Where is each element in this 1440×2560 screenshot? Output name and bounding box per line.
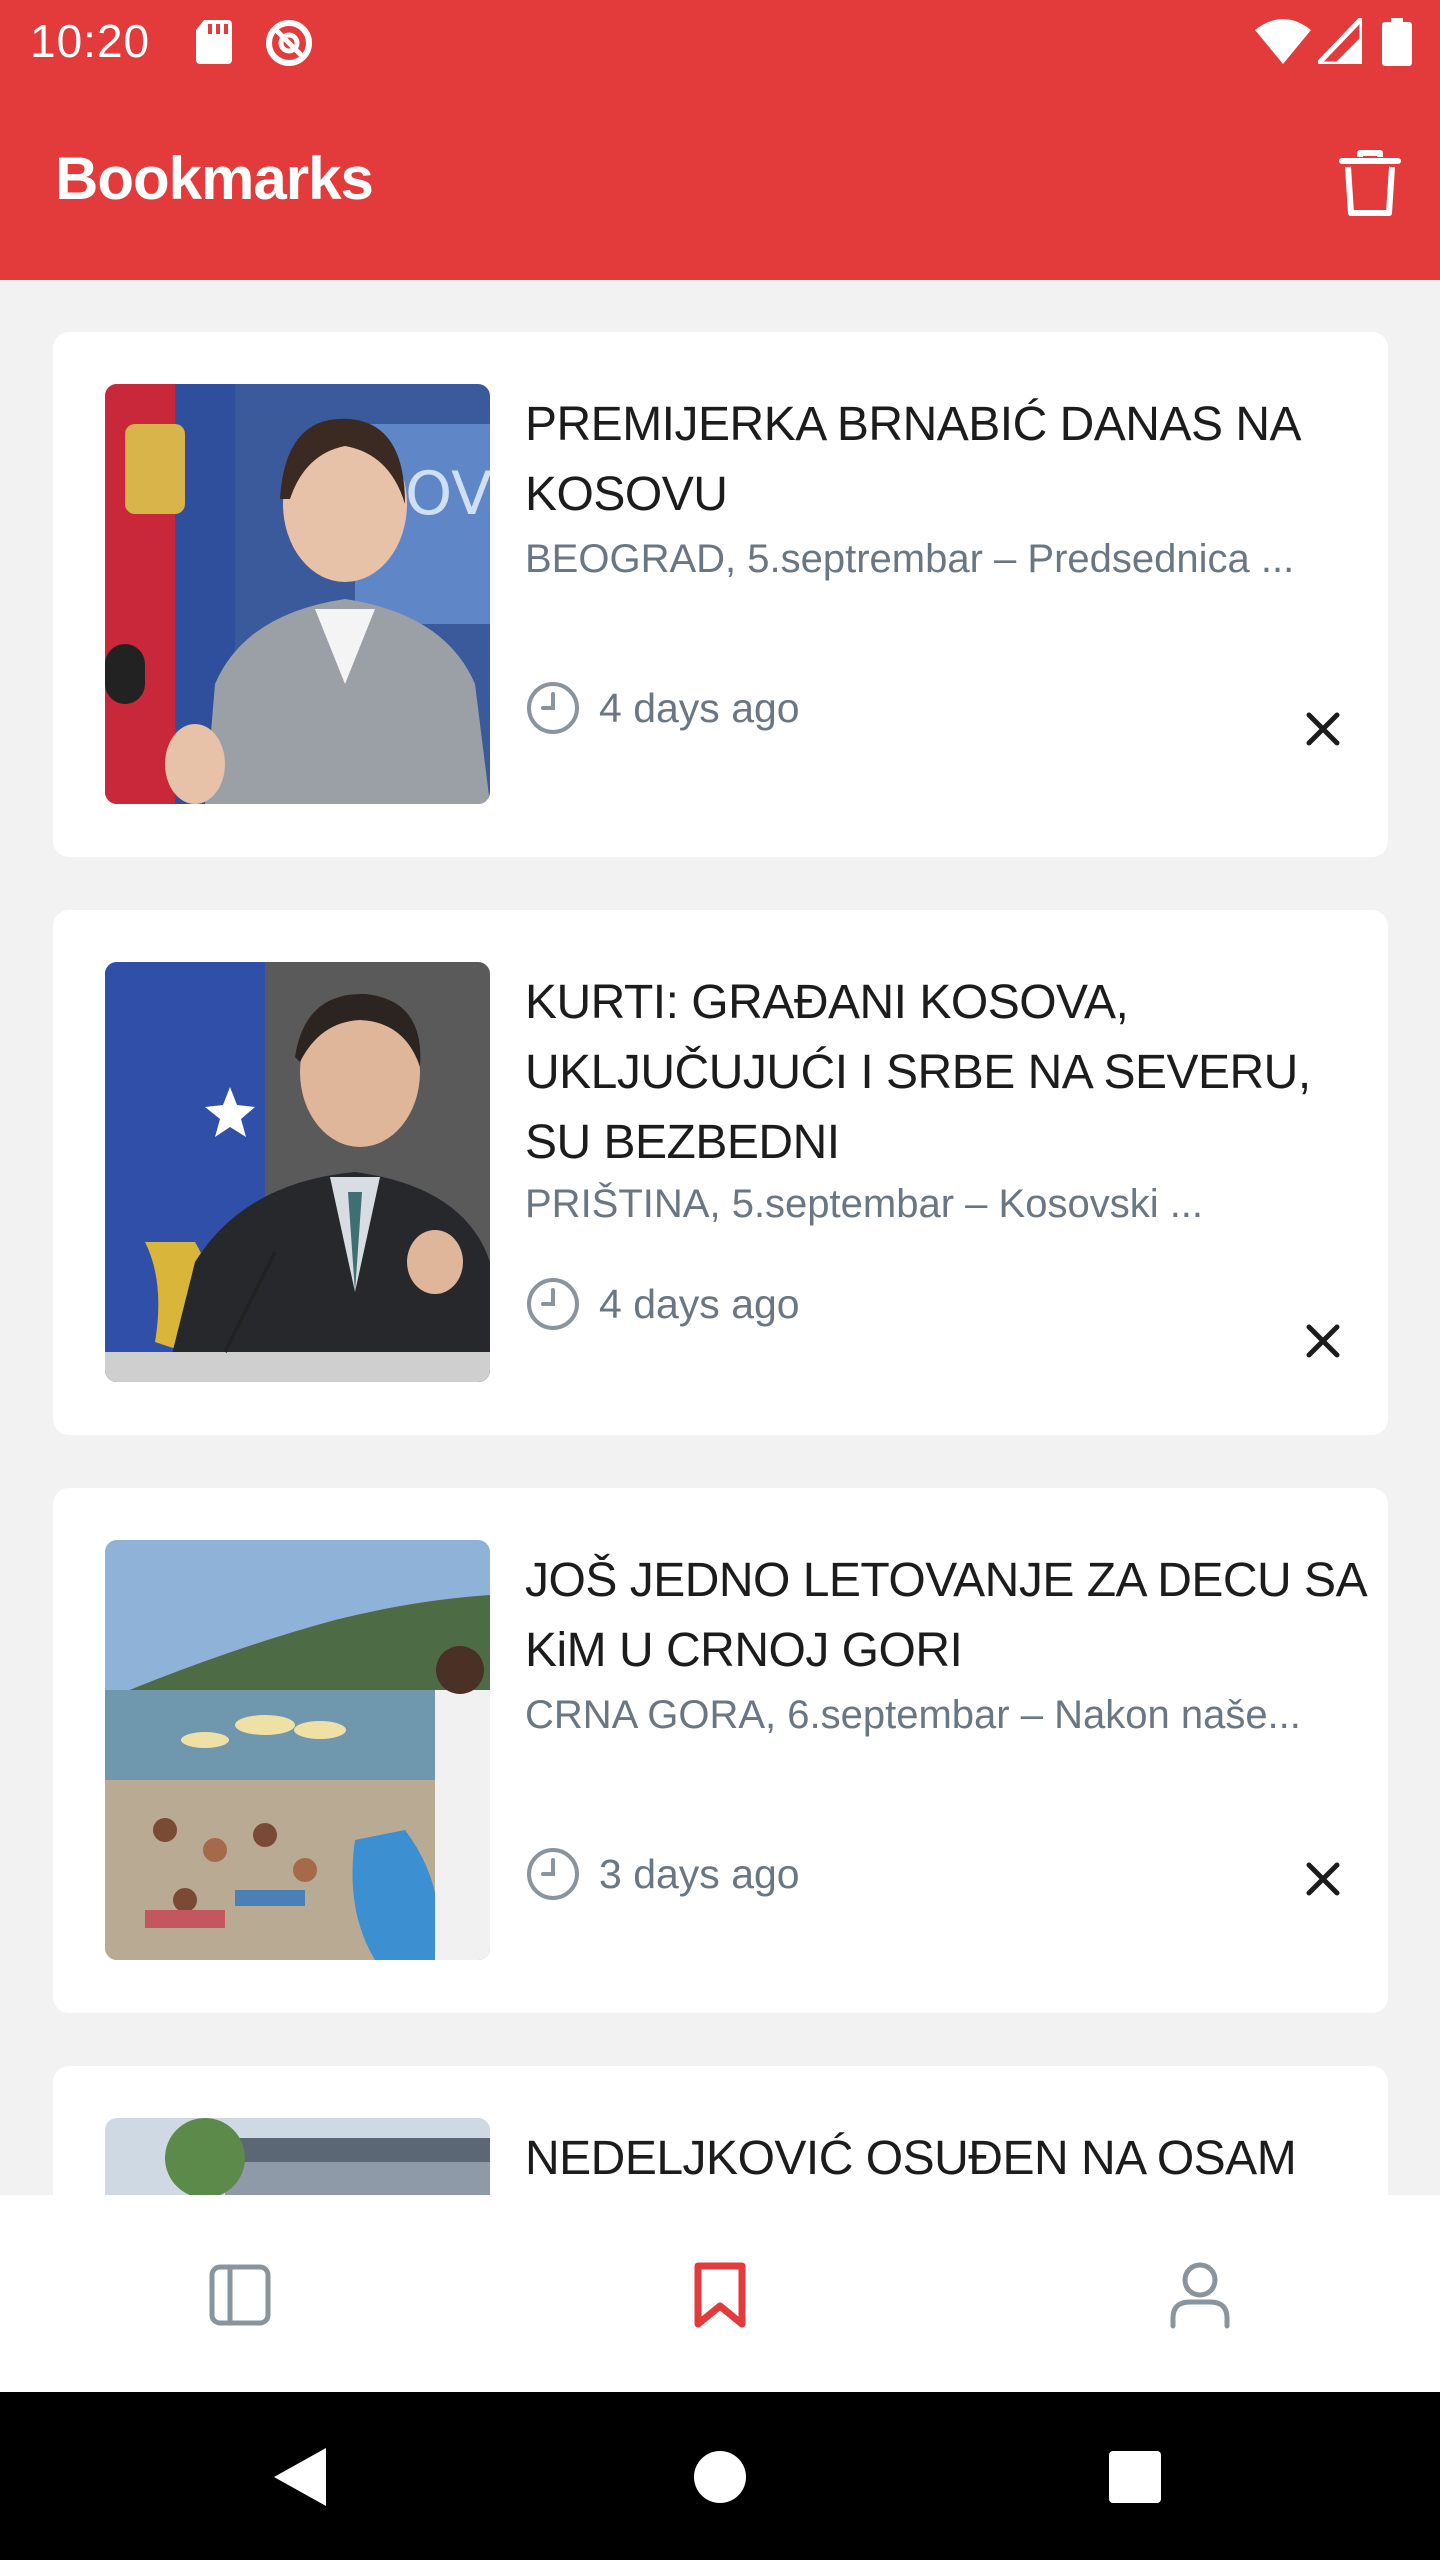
close-icon bbox=[1306, 1862, 1340, 1896]
article-thumbnail: OV bbox=[105, 384, 490, 804]
article-time: 4 days ago bbox=[525, 680, 800, 736]
nav-bookmarks[interactable] bbox=[680, 2255, 760, 2335]
article-title[interactable]: JOŠ JEDNO LETOVANJE ZA DECU SA KiM U CRN… bbox=[525, 1546, 1365, 1686]
recents-button[interactable] bbox=[1090, 2432, 1180, 2522]
clock-icon bbox=[527, 1848, 579, 1900]
back-icon bbox=[274, 2448, 326, 2506]
bookmark-card[interactable]: KURTI: GRAĐANI KOSOVA, UKLJUČUJUĆI I SRB… bbox=[53, 910, 1388, 1435]
battery-icon bbox=[1382, 18, 1412, 71]
status-time: 10:20 bbox=[30, 15, 151, 67]
nav-profile[interactable] bbox=[1160, 2255, 1240, 2335]
svg-text:OV: OV bbox=[405, 459, 490, 529]
status-bar: 10:20 bbox=[0, 0, 1440, 84]
nav-feed[interactable] bbox=[200, 2255, 280, 2335]
system-nav-bar bbox=[0, 2392, 1440, 2560]
recents-icon bbox=[1109, 2451, 1161, 2503]
article-thumbnail bbox=[105, 2118, 490, 2195]
signal-icon bbox=[1312, 11, 1365, 69]
feed-icon bbox=[209, 2264, 271, 2326]
bookmark-card[interactable]: NEDELJKOVIĆ OSUĐEN NA OSAM bbox=[53, 2066, 1388, 2195]
clock-icon bbox=[527, 1278, 579, 1330]
clear-bookmarks-button[interactable] bbox=[1330, 144, 1410, 224]
at-sign-icon bbox=[264, 18, 314, 73]
bottom-nav bbox=[0, 2195, 1440, 2392]
time-ago: 4 days ago bbox=[599, 1280, 800, 1327]
close-icon bbox=[1306, 712, 1340, 746]
app-bar: Bookmarks bbox=[0, 84, 1440, 280]
article-title[interactable]: KURTI: GRAĐANI KOSOVA, UKLJUČUJUĆI I SRB… bbox=[525, 968, 1365, 1178]
article-time: 3 days ago bbox=[525, 1846, 800, 1902]
bookmark-card[interactable]: JOŠ JEDNO LETOVANJE ZA DECU SA KiM U CRN… bbox=[53, 1488, 1388, 2013]
article-excerpt: CRNA GORA, 6.septembar – Nakon naše... bbox=[525, 1693, 1301, 1737]
time-ago: 3 days ago bbox=[599, 1850, 800, 1897]
article-title[interactable]: NEDELJKOVIĆ OSUĐEN NA OSAM bbox=[525, 2124, 1365, 2194]
article-title[interactable]: PREMIJERKA BRNABIĆ DANAS NA KOSOVU bbox=[525, 390, 1365, 530]
article-excerpt: BEOGRAD, 5.septrembar – Predsednica ... bbox=[525, 537, 1295, 581]
trash-icon bbox=[1339, 150, 1401, 216]
article-thumbnail bbox=[105, 962, 490, 1382]
remove-bookmark-button[interactable] bbox=[1298, 1854, 1348, 1904]
profile-icon bbox=[1170, 2262, 1230, 2329]
article-excerpt: PRIŠTINA, 5.septembar – Kosovski ... bbox=[525, 1182, 1204, 1226]
article-time: 4 days ago bbox=[525, 1276, 800, 1332]
clock-icon bbox=[527, 682, 579, 734]
bookmark-list: OV PREMIJERKA BRNABIĆ DANAS NA KOSOVU BE… bbox=[0, 280, 1440, 2195]
home-icon bbox=[694, 2451, 746, 2503]
time-ago: 4 days ago bbox=[599, 684, 800, 731]
back-button[interactable] bbox=[255, 2432, 345, 2522]
bookmark-card[interactable]: OV PREMIJERKA BRNABIĆ DANAS NA KOSOVU BE… bbox=[53, 332, 1388, 857]
article-thumbnail bbox=[105, 1540, 490, 1960]
home-button[interactable] bbox=[675, 2432, 765, 2522]
remove-bookmark-button[interactable] bbox=[1298, 704, 1348, 754]
sd-card-icon bbox=[196, 18, 236, 71]
remove-bookmark-button[interactable] bbox=[1298, 1316, 1348, 1366]
close-icon bbox=[1306, 1324, 1340, 1358]
page-title: Bookmarks bbox=[55, 145, 374, 212]
wifi-icon bbox=[1255, 18, 1311, 69]
bookmark-icon bbox=[694, 2262, 746, 2328]
